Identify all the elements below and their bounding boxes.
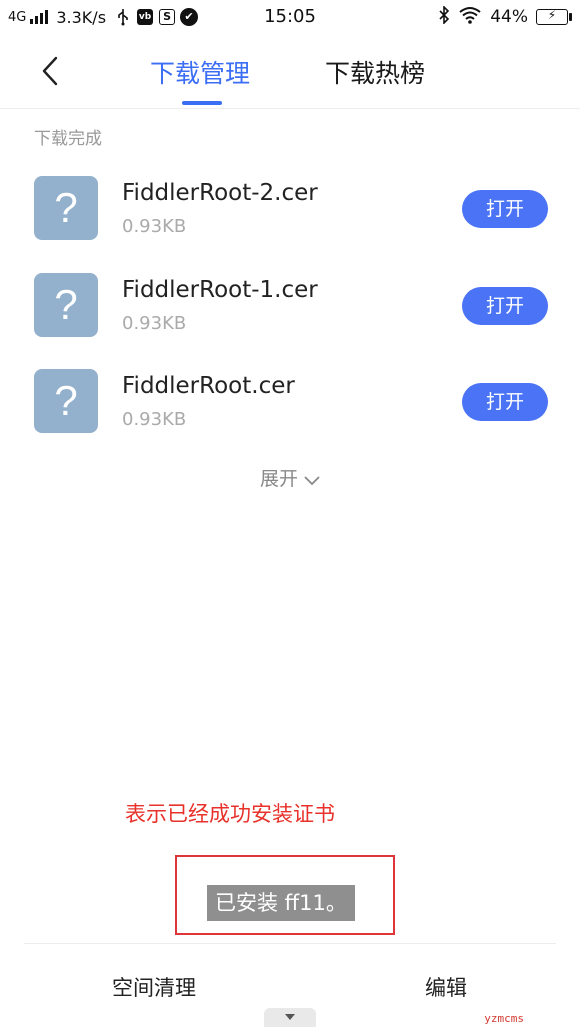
unknown-file-icon: ? xyxy=(34,369,98,433)
toast-message: 已安装 ff11。 xyxy=(207,885,355,921)
battery-charging-icon: ⚡ xyxy=(536,8,572,25)
open-button[interactable]: 打开 xyxy=(462,287,548,325)
watermark: yzmcms xyxy=(484,1012,524,1025)
list-item[interactable]: ? FiddlerRoot-2.cer 0.93KB 打开 xyxy=(0,176,580,256)
wifi-icon xyxy=(458,6,482,29)
list-item[interactable]: ? FiddlerRoot-1.cer 0.93KB 打开 xyxy=(0,273,580,353)
file-name: FiddlerRoot-2.cer xyxy=(122,180,318,206)
space-cleanup-button[interactable]: 空间清理 xyxy=(112,972,196,1002)
open-button[interactable]: 打开 xyxy=(462,190,548,228)
bluetooth-icon xyxy=(438,4,450,29)
annotation-text: 表示已经成功安装证书 xyxy=(125,802,335,826)
tab-download-rankings[interactable]: 下载热榜 xyxy=(325,54,425,90)
status-bar: 4G 3.3K/s vb S ✔ 15:05 44% ⚡ xyxy=(0,0,580,34)
file-name: FiddlerRoot-1.cer xyxy=(122,277,318,303)
tab-download-management[interactable]: 下载管理 xyxy=(150,54,250,90)
triangle-down-icon xyxy=(285,1014,295,1020)
file-size: 0.93KB xyxy=(122,409,187,430)
expand-button[interactable]: 展开 xyxy=(0,464,580,491)
unknown-file-icon: ? xyxy=(34,273,98,337)
unknown-file-icon: ? xyxy=(34,176,98,240)
expand-label: 展开 xyxy=(259,468,298,490)
section-title: 下载完成 xyxy=(34,129,102,149)
active-tab-indicator xyxy=(182,101,222,105)
navigation-handle[interactable] xyxy=(264,1008,316,1027)
chevron-left-icon xyxy=(42,56,58,86)
top-navigation: 下载管理 下载热榜 xyxy=(0,34,580,109)
back-button[interactable] xyxy=(36,56,66,86)
bottom-divider xyxy=(24,943,556,944)
file-size: 0.93KB xyxy=(122,216,187,237)
status-right: 44% ⚡ xyxy=(438,4,572,29)
list-item[interactable]: ? FiddlerRoot.cer 0.93KB 打开 xyxy=(0,369,580,449)
chevron-down-icon xyxy=(304,469,320,491)
edit-button[interactable]: 编辑 xyxy=(425,972,467,1002)
file-name: FiddlerRoot.cer xyxy=(122,373,295,399)
open-button[interactable]: 打开 xyxy=(462,383,548,421)
battery-percent: 44% xyxy=(490,7,528,27)
file-size: 0.93KB xyxy=(122,313,187,334)
